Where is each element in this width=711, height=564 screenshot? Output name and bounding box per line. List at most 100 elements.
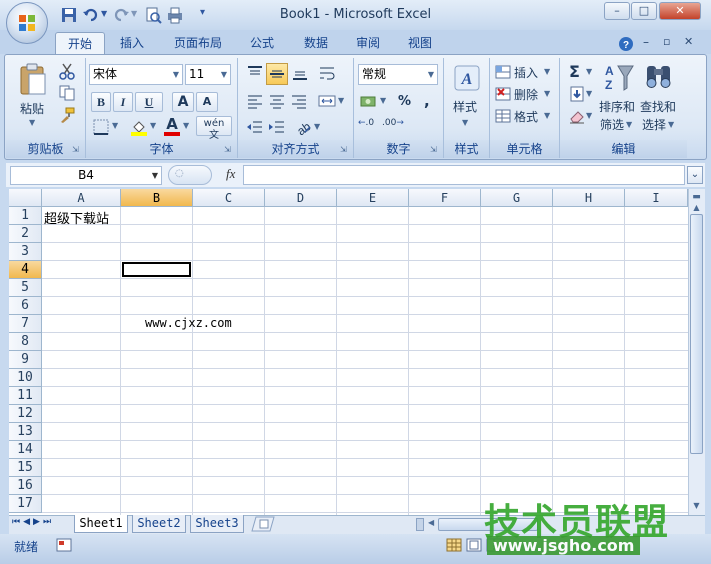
comma-button[interactable]: ,	[424, 92, 430, 110]
find-select-icon[interactable]	[644, 63, 674, 91]
name-box[interactable]: B4 ▼	[10, 166, 162, 185]
insert-cells-dropdown-icon[interactable]: ▼	[544, 67, 550, 76]
increase-decimal-button[interactable]: ←.0	[358, 118, 380, 128]
number-format-combo[interactable]: 常规 ▼	[358, 64, 438, 85]
merge-dropdown-icon[interactable]: ▼	[338, 96, 344, 105]
tab-split-handle[interactable]	[416, 518, 424, 531]
styles-icon[interactable]: A	[453, 64, 481, 92]
paste-dropdown-icon[interactable]: ▼	[29, 118, 35, 127]
sheet-nav-icons[interactable]: ⏮◀▶⏭	[12, 517, 54, 527]
name-box-dropdown-icon[interactable]: ▼	[152, 167, 158, 184]
copy-icon[interactable]	[58, 84, 76, 102]
grow-font-button[interactable]: A	[172, 92, 194, 112]
column-header-e[interactable]: E	[337, 189, 409, 207]
alignment-launcher-icon[interactable]: ⇲	[340, 145, 350, 155]
row-header-7[interactable]: 7	[9, 315, 42, 333]
sort-filter-icon[interactable]: AZ	[604, 62, 634, 92]
row-header-9[interactable]: 9	[9, 351, 42, 369]
number-launcher-icon[interactable]: ⇲	[430, 145, 440, 155]
worksheet-grid[interactable]: A B C D E F G H I 1 2 3 4 5 6 7 8 9 10 1…	[9, 189, 688, 515]
autosum-icon[interactable]: Σ	[569, 62, 580, 81]
row-header-10[interactable]: 10	[9, 369, 42, 387]
help-icon[interactable]: ?	[618, 36, 634, 52]
column-header-i[interactable]: I	[625, 189, 688, 207]
underline-button[interactable]: U	[135, 92, 163, 112]
format-cells-dropdown-icon[interactable]: ▼	[544, 111, 550, 120]
autosum-dropdown-icon[interactable]: ▼	[586, 67, 592, 76]
column-header-b[interactable]: B	[121, 189, 193, 207]
paste-icon[interactable]	[18, 62, 48, 96]
align-middle-button[interactable]	[266, 63, 288, 85]
align-top-icon[interactable]	[246, 64, 264, 82]
vertical-scroll-thumb[interactable]	[690, 214, 703, 454]
align-bottom-icon[interactable]	[291, 64, 309, 82]
tab-insert[interactable]: 插入	[110, 32, 154, 54]
column-header-f[interactable]: F	[409, 189, 481, 207]
italic-button[interactable]: I	[113, 92, 133, 112]
cell-b7[interactable]: www.cjxz.com	[145, 316, 232, 330]
increase-indent-icon[interactable]	[268, 118, 286, 136]
orientation-icon[interactable]: ab	[294, 118, 312, 136]
insert-sheet-icon[interactable]	[250, 516, 276, 532]
maximize-button[interactable]: □	[631, 2, 657, 20]
align-right-icon[interactable]	[290, 92, 308, 110]
tab-page-layout[interactable]: 页面布局	[164, 32, 232, 54]
wrap-text-icon[interactable]	[318, 64, 336, 82]
percent-button[interactable]: %	[398, 94, 411, 109]
row-header-14[interactable]: 14	[9, 441, 42, 459]
tab-formulas[interactable]: 公式	[242, 32, 282, 54]
borders-dropdown-icon[interactable]: ▼	[112, 121, 118, 130]
font-launcher-icon[interactable]: ⇲	[224, 145, 234, 155]
fill-color-dropdown-icon[interactable]: ▼	[150, 121, 156, 130]
paste-label[interactable]: 粘贴	[20, 100, 44, 117]
column-header-g[interactable]: G	[481, 189, 553, 207]
page-layout-view-icon[interactable]	[466, 538, 482, 552]
scroll-up-icon[interactable]: ▲	[690, 202, 703, 214]
normal-view-icon[interactable]	[446, 538, 462, 552]
styles-dropdown-icon[interactable]: ▼	[462, 118, 468, 127]
bold-button[interactable]: B	[91, 92, 111, 112]
cut-icon[interactable]	[58, 62, 76, 80]
delete-cells-icon[interactable]	[494, 85, 512, 103]
sort-filter-label-1[interactable]: 排序和	[599, 98, 635, 115]
format-cells-label[interactable]: 格式	[514, 108, 538, 125]
fill-dropdown-icon[interactable]: ▼	[586, 89, 592, 98]
macro-record-icon[interactable]	[56, 538, 72, 552]
row-header-13[interactable]: 13	[9, 423, 42, 441]
row-header-17[interactable]: 17	[9, 495, 42, 513]
phonetic-button[interactable]: wén 文	[196, 116, 232, 141]
merge-center-icon[interactable]	[318, 92, 336, 110]
row-header-12[interactable]: 12	[9, 405, 42, 423]
row-header-4[interactable]: 4	[9, 261, 42, 279]
align-left-icon[interactable]	[246, 92, 264, 110]
delete-cells-label[interactable]: 删除	[514, 86, 538, 103]
fill-color-icon[interactable]	[130, 118, 148, 136]
tab-home[interactable]: 开始	[55, 32, 105, 55]
font-name-combo[interactable]: 宋体 ▼	[89, 64, 183, 85]
column-header-a[interactable]: A	[42, 189, 121, 207]
styles-label[interactable]: 样式	[453, 98, 477, 115]
font-color-dropdown-icon[interactable]: ▼	[183, 121, 189, 130]
scroll-down-icon[interactable]: ▼	[690, 500, 703, 512]
find-select-label-1[interactable]: 查找和	[640, 98, 676, 115]
column-header-h[interactable]: H	[553, 189, 625, 207]
format-cells-icon[interactable]	[494, 107, 512, 125]
select-all-corner[interactable]	[9, 189, 42, 207]
sort-filter-label-2[interactable]: 筛选	[600, 116, 624, 133]
clear-icon[interactable]	[568, 107, 586, 125]
tab-view[interactable]: 视图	[400, 32, 440, 54]
decrease-decimal-button[interactable]: .00→	[382, 118, 404, 128]
row-header-11[interactable]: 11	[9, 387, 42, 405]
find-select-dropdown-icon[interactable]: ▼	[668, 120, 674, 129]
workbook-minimize-icon[interactable]: –	[643, 35, 649, 49]
row-header-5[interactable]: 5	[9, 279, 42, 297]
sheet-tab-3[interactable]: Sheet3	[190, 515, 244, 533]
insert-cells-icon[interactable]	[494, 63, 512, 81]
fill-icon[interactable]	[568, 85, 586, 103]
find-select-label-2[interactable]: 选择	[642, 116, 666, 133]
clear-dropdown-icon[interactable]: ▼	[586, 111, 592, 120]
formula-input[interactable]	[243, 165, 685, 185]
workbook-restore-icon[interactable]: ▫	[663, 35, 670, 48]
minimize-button[interactable]: –	[604, 2, 630, 20]
align-center-icon[interactable]	[268, 92, 286, 110]
